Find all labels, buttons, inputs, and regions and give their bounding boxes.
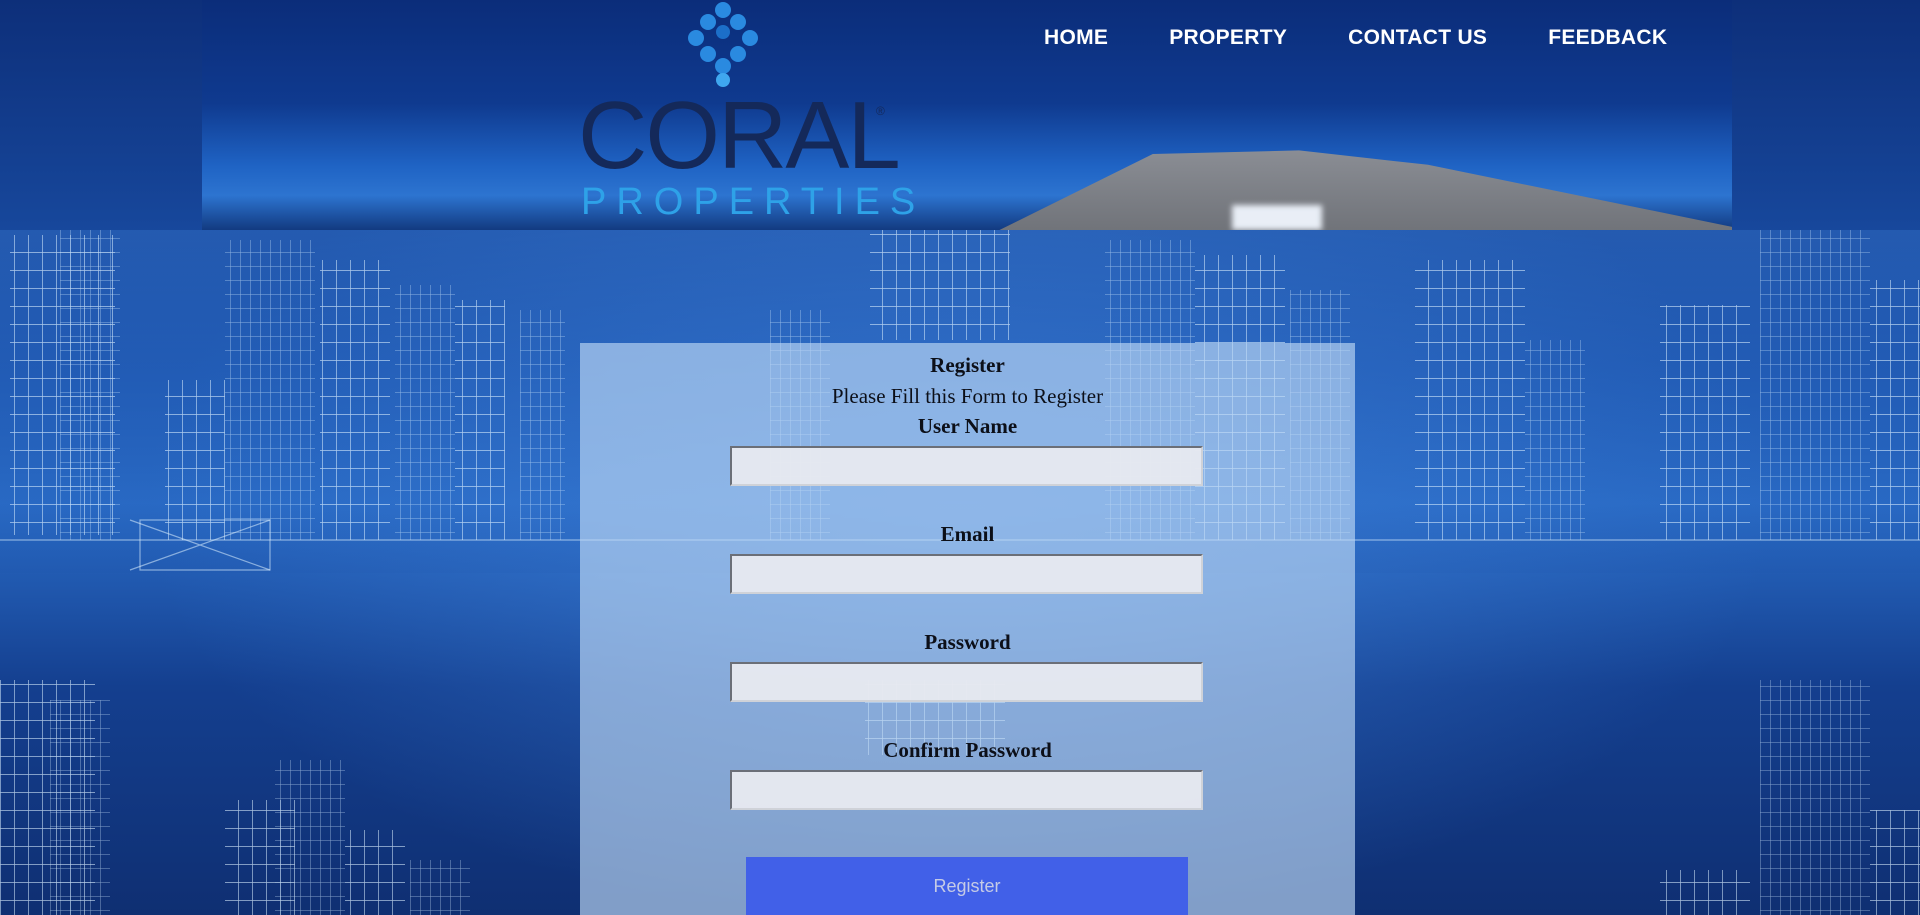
confirm-password-input[interactable] (730, 770, 1203, 810)
logo-trademark: ® (876, 104, 885, 118)
register-button[interactable]: Register (746, 857, 1188, 915)
logo-tagline: PROPERTIES (581, 181, 926, 223)
form-subtitle: Please Fill this Form to Register (831, 384, 1104, 408)
main-nav: HOME PROPERTY CONTACT US FEEDBACK (1044, 26, 1667, 50)
password-input[interactable] (730, 662, 1203, 702)
email-input[interactable] (730, 554, 1203, 594)
username-label: User Name (917, 414, 1018, 438)
nav-home-link[interactable]: HOME (1044, 26, 1108, 50)
coral-dots-icon (688, 2, 758, 87)
password-label: Password (924, 630, 1011, 654)
nav-contact-us-link[interactable]: CONTACT US (1348, 26, 1487, 50)
nav-feedback-link[interactable]: FEEDBACK (1548, 26, 1667, 50)
header-building-roof (989, 150, 1732, 230)
confirm-password-label: Confirm Password (883, 738, 1052, 762)
email-label: Email (940, 522, 995, 546)
header-building-light (1232, 205, 1322, 230)
form-title: Register (930, 353, 1005, 377)
coral-properties-logo[interactable]: CORAL ® PROPERTIES (578, 0, 915, 225)
username-input[interactable] (730, 446, 1203, 486)
logo-wordmark: CORAL (578, 82, 901, 189)
register-form-panel: Register Please Fill this Form to Regist… (580, 343, 1355, 915)
nav-property-link[interactable]: PROPERTY (1169, 26, 1287, 50)
site-header: CORAL ® PROPERTIES HOME PROPERTY CONTACT… (202, 0, 1732, 230)
